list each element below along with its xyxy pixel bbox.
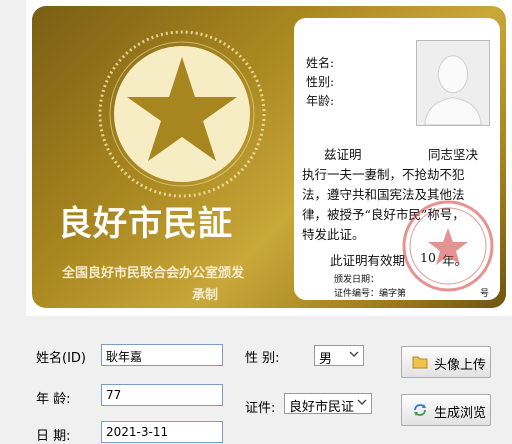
cert-type-select[interactable]: 良好市民证 [284, 393, 372, 415]
info-panel: 姓名: 性别: 年龄: 兹证明 同志坚决 执行一夫一妻制，不抢劫不犯 法，遵守共… [294, 18, 500, 300]
age-field-label: 年 龄: [36, 392, 71, 407]
issuer-line-1: 全国良好市民联合会办公室颁发 [62, 266, 245, 281]
name-id-label: 姓名(ID) [36, 351, 86, 366]
certificate-card: 良好市民証 全国良好市民联合会办公室颁发 承制 姓名: 性别: 年龄: 兹证明 … [32, 6, 506, 308]
chevron-down-icon [349, 351, 359, 357]
upload-avatar-button[interactable]: 头像上传 [401, 346, 491, 378]
upload-avatar-label: 头像上传 [434, 358, 487, 373]
date-field-label: 日 期: [36, 429, 71, 444]
avatar-photo [416, 40, 490, 126]
gender-select[interactable]: 男 [314, 345, 364, 367]
valid-text-a: 此证明有效期 [330, 253, 406, 268]
cert-line-5: 特发此证。 [302, 227, 365, 242]
age-input[interactable]: 77 [101, 384, 223, 406]
generate-preview-label: 生成浏览 [434, 406, 487, 421]
chevron-down-icon [357, 399, 367, 405]
date-input[interactable]: 2021-3-11 [101, 421, 223, 443]
card-title: 良好市民証 [58, 204, 233, 244]
gender-field-label: 性 别: [245, 351, 280, 366]
cert-line-1b: 同志坚决 [428, 147, 479, 162]
gender-label: 性别: [306, 75, 335, 89]
official-seal-icon [402, 200, 494, 292]
age-label: 年龄: [306, 94, 335, 108]
star-emblem-icon [98, 30, 266, 198]
issue-date-label: 颁发日期： [334, 275, 380, 285]
folder-icon [412, 356, 428, 369]
name-input[interactable]: 耿年嘉 [101, 344, 223, 366]
cert-type-label: 证件: [245, 401, 276, 416]
generate-preview-button[interactable]: 生成浏览 [401, 394, 491, 426]
refresh-icon [414, 404, 426, 416]
cert-line-1a: 兹证明 [324, 147, 362, 162]
gender-select-value: 男 [319, 352, 333, 367]
name-label: 姓名: [306, 56, 335, 70]
avatar-silhouette-icon [424, 55, 482, 126]
issuer-line-2: 承制 [192, 288, 219, 303]
cert-line-2: 执行一夫一妻制，不抢劫不犯 [302, 167, 465, 182]
cert-type-select-value: 良好市民证 [289, 400, 355, 415]
cert-number-label: 证件编号：编字第 [334, 289, 407, 299]
certificate-preview: 良好市民証 全国良好市民联合会办公室颁发 承制 姓名: 性别: 年龄: 兹证明 … [26, 0, 512, 316]
